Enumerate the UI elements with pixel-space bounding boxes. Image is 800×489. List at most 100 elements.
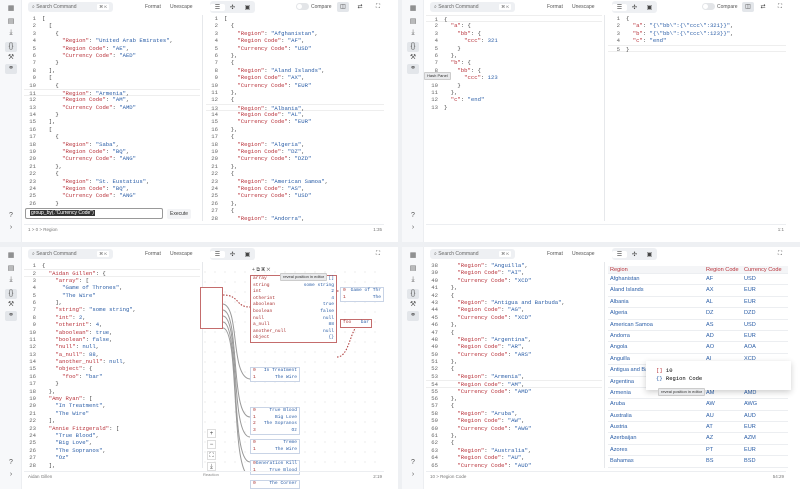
code-line[interactable]: 17 { <box>24 133 200 140</box>
format-button[interactable]: Format <box>145 249 161 259</box>
code-line[interactable]: 2 "a": { <box>426 22 602 29</box>
code-line[interactable]: 15 "Currency Code": "EUR" <box>206 118 384 125</box>
braces-icon[interactable]: {} <box>5 42 17 52</box>
table-row[interactable]: BahrainBHBHD <box>608 468 788 471</box>
code-line[interactable]: 14 "Region Code": "AL", <box>206 111 384 118</box>
node-row[interactable]: 1 The <box>341 295 383 302</box>
code-line[interactable]: 26 } <box>24 200 200 207</box>
aidan-gillen-node[interactable]: array[] string some string int 2 otherint 4 abo… <box>250 275 337 343</box>
code-line[interactable]: 48 "Region": "Argentina", <box>426 336 602 343</box>
node-row[interactable]: 1 The Wire <box>251 375 299 382</box>
code-line[interactable]: 9 [ <box>24 74 200 81</box>
table-cell[interactable]: AUD <box>744 411 788 421</box>
code-line[interactable]: 65 "Currency Code": "AUD" <box>426 462 602 468</box>
code-line[interactable]: 42 { <box>426 292 602 299</box>
node-row[interactable]: 0 The Corner <box>251 481 299 488</box>
graph-view[interactable]: + ⧉ ▣ ✕ array[] string some string int 2 othe… <box>200 267 384 489</box>
code-line[interactable]: 10 { <box>24 82 200 89</box>
expand-sidebar-icon[interactable]: › <box>407 223 419 233</box>
code-line[interactable]: 5 "The Wire" <box>24 292 200 299</box>
code-line[interactable]: 18 }, <box>24 388 200 395</box>
code-line[interactable]: 23 "Annie Fitzgerald": [ <box>24 425 200 432</box>
code-line[interactable]: 12 "Region Code": "AM", <box>24 96 200 103</box>
fullscreen-icon[interactable]: ⛶ <box>372 2 384 12</box>
code-line[interactable]: 10 } <box>426 82 602 89</box>
text-view-icon[interactable]: ☰ <box>210 250 225 258</box>
object-node[interactable]: foo bar <box>340 319 372 328</box>
search-command-input[interactable]: ⌕ Search Command ⌘ K <box>430 2 515 12</box>
expand-sidebar-icon[interactable]: › <box>5 470 17 480</box>
code-line[interactable]: 1{ <box>608 15 786 22</box>
table-view-icon[interactable]: ▣ <box>642 251 657 258</box>
code-line[interactable]: 9 "otherint": 4, <box>24 321 200 328</box>
file-icon[interactable]: ▤ <box>5 264 17 274</box>
fit-view-button[interactable]: ⛶ <box>207 451 216 460</box>
table-cell[interactable]: AX <box>706 285 744 295</box>
code-line[interactable]: 18 "Region": "Saba", <box>24 141 200 148</box>
array-node[interactable]: 0 Treme 1 The Wire <box>250 439 300 455</box>
graph-view-icon[interactable]: ✣ <box>627 4 642 11</box>
code-line[interactable]: 13 "a_null": 88, <box>24 351 200 358</box>
code-line[interactable]: 13 "Currency Code": "AMD" <box>24 104 200 111</box>
popup-index-row[interactable]: [] 10 <box>656 367 791 375</box>
code-line[interactable]: 22 { <box>206 170 384 177</box>
unescape-button[interactable]: Unescape <box>170 249 193 259</box>
code-line[interactable]: 16 "foo": "bar" <box>24 373 200 380</box>
node-row[interactable]: 0 True Blood <box>251 408 299 415</box>
code-line[interactable]: 24 "True Blood", <box>24 432 200 439</box>
table-cell[interactable]: Andorra <box>608 331 706 341</box>
file-icon[interactable]: ▤ <box>407 264 419 274</box>
table-cell[interactable]: AS <box>706 320 744 330</box>
code-line[interactable]: 63 "Region": "Australia", <box>426 447 602 454</box>
code-line[interactable]: 1[ <box>24 15 200 22</box>
code-line[interactable]: 27 "Oz" <box>24 454 200 461</box>
node-row[interactable]: 0 Game of Thr <box>341 288 383 295</box>
code-line[interactable]: 64 "Region Code": "AU", <box>426 454 602 461</box>
text-view-icon[interactable]: ☰ <box>210 3 225 11</box>
table-cell[interactable]: Angola <box>608 342 706 352</box>
code-line[interactable]: 16 }, <box>206 126 384 133</box>
code-line[interactable]: 38 "Region": "Anguilla", <box>426 262 602 269</box>
node-row[interactable]: string some string <box>251 283 336 290</box>
expand-sidebar-icon[interactable]: › <box>5 223 17 233</box>
table-cell[interactable]: AD <box>706 331 744 341</box>
link-icon[interactable]: ⚭ <box>5 64 17 74</box>
compare-toggle[interactable] <box>296 3 309 10</box>
table-cell[interactable]: American Samoa <box>608 320 706 330</box>
file-icon[interactable]: ▤ <box>5 17 17 27</box>
table-cell[interactable]: AO <box>706 342 744 352</box>
status-path[interactable]: 1 > 0 > Region <box>28 227 58 232</box>
code-line[interactable]: 57 { <box>426 402 602 409</box>
code-line[interactable]: 45 "Currency Code": "XCD" <box>426 314 602 321</box>
table-cell[interactable]: DZ <box>706 308 744 318</box>
code-line[interactable]: 43 "Region": "Antigua and Barbuda", <box>426 299 602 306</box>
left-editor[interactable]: 1[2 [3 {4 "Region": "United Arab Emirate… <box>24 15 200 221</box>
code-line[interactable]: 51 }, <box>426 358 602 365</box>
code-line[interactable]: 14 } <box>24 111 200 118</box>
table-row[interactable]: Algeria DZ DZD <box>608 308 788 320</box>
table-cell[interactable]: AOA <box>744 342 788 352</box>
code-line[interactable]: 7 { <box>206 59 384 66</box>
code-line[interactable]: 12 "c": "end" <box>426 96 602 103</box>
help-icon[interactable]: ? <box>5 211 17 221</box>
node-row[interactable]: int 2 <box>251 289 336 296</box>
code-line[interactable]: 11 }, <box>206 89 384 96</box>
code-line[interactable]: 54 "Region Code": "AM", <box>426 380 602 388</box>
code-line[interactable]: 6 ], <box>24 299 200 306</box>
code-line[interactable]: 10 "aboolean": true, <box>24 329 200 336</box>
layout-icon[interactable]: ▦ <box>5 4 17 14</box>
table-view-icon[interactable]: ▣ <box>642 4 657 11</box>
code-line[interactable]: 44 "Region Code": "AG", <box>426 306 602 313</box>
right-editor[interactable]: 1[2 {3 "Region": "Afghanistan", 4 "Region… <box>206 15 384 221</box>
download-icon[interactable]: ⤓ <box>407 275 419 285</box>
tool-icon[interactable]: ⚒ <box>407 53 419 63</box>
download-icon[interactable]: ⤓ <box>5 28 17 38</box>
fullscreen-icon[interactable]: ⛶ <box>774 249 786 259</box>
table-cell[interactable]: EUR <box>744 297 788 307</box>
unescape-button[interactable]: Unescape <box>572 2 595 12</box>
code-line[interactable]: 7 } <box>24 59 200 66</box>
node-row[interactable]: boolean false <box>251 309 336 316</box>
code-line[interactable]: 28 "Region": "Andorra", <box>206 215 384 221</box>
code-line[interactable]: 4 "c": "end" <box>608 37 786 44</box>
unescape-button[interactable]: Unescape <box>572 249 595 259</box>
